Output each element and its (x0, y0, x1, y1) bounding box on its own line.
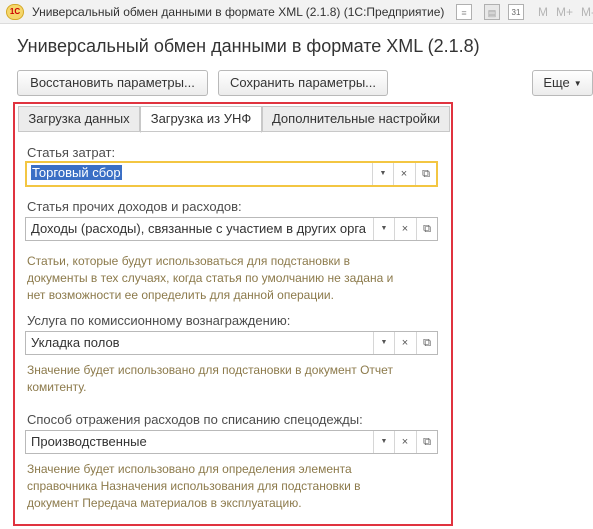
other-income-expense-value[interactable]: Доходы (расходы), связанные с участием в… (31, 221, 366, 236)
open-icon[interactable]: ⧉ (416, 332, 437, 354)
open-icon[interactable]: ⧉ (415, 163, 436, 185)
workwear-method-hint: Значение будет использовано для определе… (27, 461, 361, 512)
workwear-method-value[interactable]: Производственные (31, 434, 147, 449)
open-icon[interactable]: ⧉ (416, 218, 437, 240)
app-logo: 1С (6, 4, 24, 20)
other-income-expense-label: Статья прочих доходов и расходов: (27, 199, 242, 214)
memory-button[interactable]: M (538, 5, 548, 19)
hint-line: документы в тех случаях, когда статья по… (27, 271, 394, 285)
commission-service-value[interactable]: Укладка полов (31, 335, 120, 350)
memory-minus-button[interactable]: M- (581, 5, 593, 19)
hint-line: документ Передача материалов в эксплуата… (27, 496, 302, 510)
more-button[interactable]: Еще ▼ (532, 70, 593, 96)
hint-line: справочника Назначения использования для… (27, 479, 361, 493)
memory-plus-button[interactable]: M+ (556, 5, 573, 19)
tab-data-import[interactable]: Загрузка данных (18, 106, 140, 132)
dropdown-icon[interactable]: ▼ (373, 431, 394, 453)
commission-service-label: Услуга по комиссионному вознаграждению: (27, 313, 291, 328)
tab-divider (18, 131, 446, 132)
page-title: Универсальный обмен данными в формате XM… (17, 36, 480, 56)
window-titlebar: 1С Универсальный обмен данными в формате… (0, 0, 593, 24)
expense-item-value[interactable]: Торговый сбор (31, 165, 122, 180)
tab-additional-settings[interactable]: Дополнительные настройки (262, 106, 450, 132)
workwear-method-label: Способ отражения расходов по списанию сп… (27, 412, 363, 427)
document-icon[interactable]: ≡ (456, 4, 472, 20)
save-parameters-button[interactable]: Сохранить параметры... (218, 70, 388, 96)
hint-line: Значение будет использовано для определе… (27, 462, 352, 476)
dropdown-icon[interactable]: ▼ (372, 163, 393, 185)
other-income-expense-field[interactable]: Доходы (расходы), связанные с участием в… (25, 217, 438, 241)
window-title: Универсальный обмен данными в формате XM… (32, 5, 445, 19)
clear-icon[interactable]: × (394, 332, 415, 354)
commission-service-field[interactable]: Укладка полов ▼ × ⧉ (25, 331, 438, 355)
dropdown-icon[interactable]: ▼ (373, 218, 394, 240)
clear-icon[interactable]: × (394, 431, 415, 453)
hint-line: комитенту. (27, 380, 87, 394)
print-icon[interactable]: ▤ (484, 4, 500, 20)
hint-line: нет возможности ее определить для данной… (27, 288, 334, 302)
workwear-method-field[interactable]: Производственные ▼ × ⧉ (25, 430, 438, 454)
more-button-label: Еще (543, 75, 570, 90)
open-icon[interactable]: ⧉ (416, 431, 437, 453)
hint-line: Статьи, которые будут использоваться для… (27, 254, 350, 268)
other-income-expense-hint: Статьи, которые будут использоваться для… (27, 253, 393, 304)
hint-line: Значение будет использовано для подстано… (27, 363, 393, 377)
expense-item-label: Статья затрат: (27, 145, 116, 160)
commission-service-hint: Значение будет использовано для подстано… (27, 362, 393, 396)
clear-icon[interactable]: × (393, 163, 414, 185)
dropdown-icon[interactable]: ▼ (373, 332, 394, 354)
chevron-down-icon: ▼ (573, 79, 582, 88)
restore-parameters-button[interactable]: Восстановить параметры... (17, 70, 208, 96)
expense-item-field[interactable]: Торговый сбор ▼ × ⧉ (25, 161, 438, 187)
clear-icon[interactable]: × (394, 218, 415, 240)
calendar-icon[interactable]: 31 (508, 4, 524, 20)
tab-import-from-unf[interactable]: Загрузка из УНФ (140, 106, 262, 133)
